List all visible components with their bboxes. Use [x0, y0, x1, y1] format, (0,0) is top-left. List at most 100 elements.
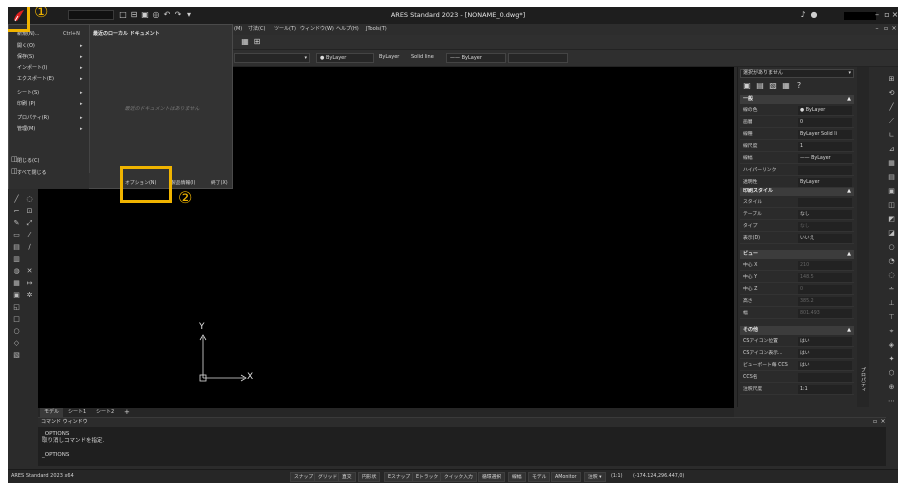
right-tool-24-icon[interactable]: ⋯ — [887, 397, 896, 406]
app-menu-item[interactable]: 開く(O) ▸ — [17, 41, 89, 52]
property-value[interactable]: はい — [798, 361, 852, 370]
menu-item-m[interactable]: (M) — [234, 24, 242, 35]
property-row[interactable]: 高さ 385.2 — [740, 296, 854, 307]
property-row[interactable]: 線種 ByLayer Solid li — [740, 129, 854, 140]
status-toggle-button[interactable]: 循環選択 — [478, 472, 506, 482]
property-value[interactable]: ByLayer — [798, 178, 852, 187]
property-row[interactable]: ビューポート毎 CCS はい — [740, 360, 854, 371]
right-tool-10-icon[interactable]: ◫ — [887, 201, 896, 210]
property-value[interactable]: はい — [798, 349, 852, 358]
status-toggle-button[interactable]: Eトラック — [412, 472, 443, 482]
property-row[interactable]: 中心 Y 148.5 — [740, 272, 854, 283]
right-tool-8-icon[interactable]: ▤ — [887, 173, 896, 182]
right-tool-19-icon[interactable]: ⌖ — [887, 327, 896, 336]
property-value[interactable] — [798, 373, 852, 382]
property-row[interactable]: 幅 801.493 — [740, 308, 854, 319]
app-menu-item[interactable]: すべて閉じる — [17, 168, 89, 179]
plotstyle-combo[interactable] — [508, 53, 568, 63]
app-menu-item[interactable]: 管理(M) ▸ — [17, 124, 89, 135]
right-tool-6-icon[interactable]: ⊿ — [887, 145, 896, 154]
app-menu-item[interactable]: 閉じる(C) — [17, 156, 89, 167]
filter-icon[interactable]: ▦ — [781, 81, 791, 91]
property-value[interactable]: 1:1 — [798, 385, 852, 394]
command-input[interactable]: _OPTIONS — [42, 451, 69, 459]
doc-close-icon[interactable]: × — [889, 23, 898, 35]
minimize-icon[interactable]: – — [872, 9, 882, 21]
property-value[interactable] — [798, 198, 852, 207]
redo-icon[interactable]: ↷ — [173, 10, 183, 20]
quick-select-icon[interactable]: ▤ — [755, 81, 765, 91]
explode-tool-icon[interactable]: ✲ — [25, 291, 34, 300]
property-value[interactable]: はい — [798, 337, 852, 346]
app-menu-item[interactable]: プロパティ(R) ▸ — [17, 113, 89, 124]
property-value[interactable]: 0 — [798, 285, 852, 294]
mirror-tool-icon[interactable]: ⤢ — [25, 219, 34, 228]
status-toggle-button[interactable]: 円形状 — [358, 472, 381, 482]
layout-icon[interactable]: ⊞ — [252, 37, 262, 47]
menu-item-window[interactable]: ウィンドウ(W) — [300, 24, 334, 35]
status-toggle-button[interactable]: 直交 — [338, 472, 356, 482]
status-toggle-button[interactable]: モデル — [528, 472, 551, 482]
property-value[interactable] — [798, 166, 852, 175]
property-value[interactable]: 1 — [798, 142, 852, 151]
print-preview-icon[interactable]: ◎ — [151, 10, 161, 20]
table-tool-icon[interactable]: ▦ — [12, 279, 21, 288]
selection-filter-combo[interactable]: 選択がありません ▾ — [740, 69, 854, 78]
right-tool-7-icon[interactable]: ▦ — [887, 159, 896, 168]
property-row[interactable]: 中心 Z 0 — [740, 284, 854, 295]
table-icon[interactable]: ▦ — [240, 37, 250, 47]
right-tool-13-icon[interactable]: ○ — [887, 243, 896, 252]
section-other-header[interactable]: その他 ▲ — [740, 326, 854, 335]
app-menu-item[interactable]: 印刷 (P) ▸ — [17, 99, 89, 110]
status-toggle-button[interactable]: Eスナップ — [384, 472, 415, 482]
section-view-header[interactable]: ビュー ▲ — [740, 250, 854, 259]
property-value[interactable]: なし — [798, 210, 852, 219]
copy-tool-icon[interactable]: ⊡ — [25, 207, 34, 216]
property-row[interactable]: 注釈尺度 1:1 — [740, 384, 854, 395]
rectangle-tool-icon[interactable]: ▤ — [12, 243, 21, 252]
polyline-tool-icon[interactable]: ⌐ — [12, 207, 21, 216]
circle-tool-icon[interactable]: ○ — [12, 327, 21, 336]
property-row[interactable]: 中心 X 210 — [740, 260, 854, 271]
tab-sheet1[interactable]: シート1 — [64, 408, 90, 417]
property-value[interactable]: ● ByLayer — [798, 106, 852, 115]
undo-icon[interactable]: ↶ — [162, 10, 172, 20]
customize-quick-access-icon[interactable]: ▾ — [184, 10, 194, 20]
wipeout-tool-icon[interactable]: □ — [12, 315, 21, 324]
status-toggle-button[interactable]: 線幅 — [508, 472, 526, 482]
image-tool-icon[interactable]: ▣ — [12, 291, 21, 300]
property-value[interactable]: —— ByLayer — [798, 154, 852, 163]
property-row[interactable]: CSアイコン位置 はい — [740, 336, 854, 347]
right-tool-3-icon[interactable]: ╱ — [887, 103, 896, 112]
right-tool-14-icon[interactable]: ◔ — [887, 257, 896, 266]
property-row[interactable]: 線幅 —— ByLayer — [740, 153, 854, 164]
add-sheet-button[interactable]: + — [120, 408, 134, 417]
property-value[interactable]: 148.5 — [798, 273, 852, 282]
right-tool-9-icon[interactable]: ▣ — [887, 187, 896, 196]
text-tool-icon[interactable]: ▧ — [12, 351, 21, 360]
property-value[interactable]: なし — [798, 222, 852, 231]
cloud-tool-icon[interactable]: ◇ — [12, 339, 21, 348]
color-combo[interactable]: ● ByLayer — [316, 53, 374, 63]
app-menu-item[interactable]: 保存(S) ▸ — [17, 52, 89, 63]
property-value[interactable]: いいえ — [798, 234, 852, 243]
save-icon[interactable]: ▣ — [140, 10, 150, 20]
help-icon[interactable]: ? — [794, 81, 804, 91]
property-value[interactable]: 0 — [798, 118, 852, 127]
offset-tool-icon[interactable]: ⁄ — [25, 231, 34, 240]
app-menu-item[interactable]: エクスポート(E) ▸ — [17, 74, 89, 85]
right-tool-1-icon[interactable]: ⊞ — [887, 75, 896, 84]
right-tool-11-icon[interactable]: ◩ — [887, 215, 896, 224]
new-file-icon[interactable]: □ — [118, 10, 128, 20]
right-tool-21-icon[interactable]: ✦ — [887, 355, 896, 364]
right-tool-5-icon[interactable]: ∟ — [887, 131, 896, 140]
status-toggle-button[interactable]: 注釈 ▾ — [584, 472, 606, 482]
open-file-icon[interactable]: ⊟ — [129, 10, 139, 20]
status-toggle-button[interactable]: AMonitor — [551, 472, 581, 482]
app-menu-item[interactable]: シート(S) ▸ — [17, 88, 89, 99]
layer-combo[interactable]: ▾ — [234, 53, 310, 63]
command-window-close-icon[interactable]: × — [878, 416, 888, 428]
section-print-style-header[interactable]: 印刷スタイル ▲ — [740, 187, 854, 196]
pen-tool-icon[interactable]: ✎ — [12, 219, 21, 228]
close-icon[interactable]: × — [890, 9, 898, 21]
